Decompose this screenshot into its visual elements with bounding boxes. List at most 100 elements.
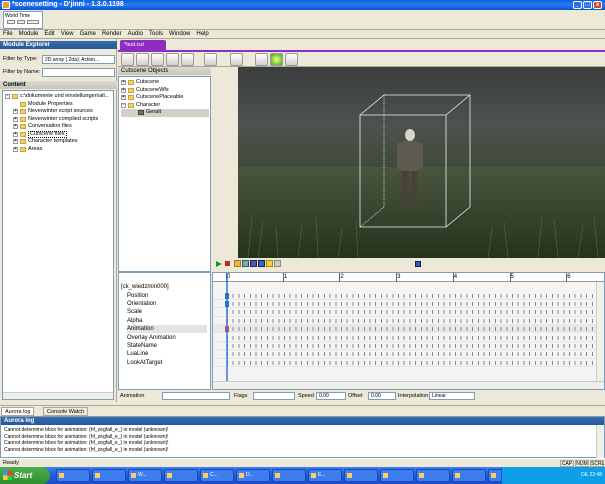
taskbar-task[interactable] <box>452 469 486 482</box>
collapse-icon[interactable]: - <box>5 94 10 99</box>
expand-icon[interactable]: + <box>13 146 18 152</box>
save-icon[interactable] <box>258 260 265 267</box>
taskbar-task[interactable] <box>380 469 414 482</box>
filter-type-select[interactable]: 2D array (.2da); Action... <box>42 55 115 64</box>
cutscene-objects-tree[interactable]: + Cutscene + CutsceneWfx + CutscenePlaceable -… <box>118 76 211 272</box>
taskbar-task[interactable]: D... <box>236 469 270 482</box>
time-cursor[interactable] <box>226 273 228 389</box>
world-time-set-icon[interactable] <box>27 20 39 24</box>
animation-select[interactable] <box>162 392 230 400</box>
play-icon[interactable] <box>216 261 222 267</box>
track-label[interactable]: Overlay Animation <box>127 334 207 342</box>
timeline-ruler[interactable]: 0123456 <box>213 273 604 282</box>
cutscene-object-item[interactable]: + CutsceneWfx <box>121 87 209 95</box>
track-label[interactable]: LuaLine <box>127 350 207 358</box>
menu-tools[interactable]: Tools <box>146 30 166 39</box>
content-tree[interactable]: - c:\dokumente und einstellungen\all... Mo… <box>2 90 114 400</box>
expand-icon[interactable]: + <box>13 139 18 144</box>
track-label[interactable]: LookAtTarget <box>127 359 207 367</box>
expand-icon[interactable]: + <box>121 80 126 85</box>
track-label[interactable]: Alpha <box>127 317 207 325</box>
cutscene-object-item[interactable]: Geralt <box>121 109 209 117</box>
menu-module[interactable]: Module <box>16 30 42 39</box>
expand-icon[interactable]: + <box>13 116 18 122</box>
record-icon[interactable] <box>242 260 249 267</box>
menu-render[interactable]: Render <box>99 30 125 39</box>
taskbar-task[interactable] <box>164 469 198 482</box>
tab-aurora-log[interactable]: Aurora log <box>1 407 35 416</box>
cutscene-object-item[interactable]: + CutscenePlaceable <box>121 94 209 102</box>
vertical-scrollbar[interactable] <box>596 282 604 382</box>
taskbar-task[interactable] <box>92 469 126 482</box>
track-row[interactable] <box>213 359 604 368</box>
start-button[interactable]: Start <box>0 467 50 484</box>
light-icon[interactable] <box>270 53 283 66</box>
menu-view[interactable]: View <box>58 30 77 39</box>
collapse-icon[interactable]: - <box>121 102 126 108</box>
taskbar-task[interactable] <box>56 469 90 482</box>
key-icon[interactable] <box>250 260 257 267</box>
tree-item[interactable]: + Areas <box>5 146 113 154</box>
menu-window[interactable]: Window <box>166 30 193 39</box>
tree-item[interactable]: + Neverwinter compiled scripts <box>5 116 113 124</box>
expand-icon[interactable]: + <box>13 109 18 114</box>
menu-audio[interactable]: Audio <box>125 30 146 39</box>
menu-game[interactable]: Game <box>77 30 99 39</box>
character-icon[interactable] <box>230 53 243 66</box>
tree-item[interactable]: + Neverwinter script sources <box>5 108 113 116</box>
camera-view-icon[interactable] <box>415 261 421 267</box>
horizontal-scrollbar[interactable] <box>3 392 113 399</box>
expand-icon[interactable]: + <box>121 95 126 100</box>
world-time-widget[interactable]: World Time <box>3 11 43 29</box>
world-time-slider-icon[interactable] <box>7 20 15 24</box>
menu-help[interactable]: Help <box>193 30 211 39</box>
track-row[interactable] <box>213 317 604 326</box>
track-label[interactable]: Position <box>127 292 207 300</box>
menu-edit[interactable]: Edit <box>41 30 57 39</box>
taskbar-task[interactable] <box>344 469 378 482</box>
expand-icon[interactable]: + <box>121 87 126 93</box>
stop-icon[interactable] <box>225 261 230 266</box>
timeline-grid[interactable]: 0123456 <box>212 272 605 390</box>
track-row[interactable] <box>213 350 604 359</box>
maximize-button[interactable]: □ <box>583 1 592 9</box>
horizontal-scrollbar[interactable] <box>213 381 604 389</box>
flags-select[interactable] <box>253 392 295 400</box>
tree-item[interactable]: + Cutscene files <box>5 130 113 138</box>
speed-input[interactable]: 0.00 <box>316 392 346 400</box>
track-label[interactable]: Orientation <box>127 300 207 308</box>
open-icon[interactable] <box>234 260 241 267</box>
track-row[interactable] <box>213 308 604 317</box>
track-row[interactable] <box>213 300 604 309</box>
tab-console-watch[interactable]: Console Watch <box>43 407 89 416</box>
expand-icon[interactable]: + <box>13 131 18 137</box>
taskbar-task[interactable] <box>416 469 450 482</box>
cutscene-object-item[interactable]: + Cutscene <box>121 79 209 87</box>
folder-icon[interactable] <box>266 260 273 267</box>
tree-item[interactable]: + Conversation files <box>5 123 113 131</box>
timeline-root[interactable]: [ck_wiedzmin000] <box>121 283 169 291</box>
vertical-scrollbar[interactable] <box>596 425 604 458</box>
interpolation-select[interactable]: Linear <box>429 392 475 400</box>
film-camera-icon[interactable] <box>255 53 268 66</box>
track-label[interactable]: Animation <box>127 325 207 334</box>
3d-viewport[interactable] <box>238 67 605 258</box>
tree-item[interactable]: - c:\dokumente und einstellungen\all... <box>5 93 113 101</box>
tree-item[interactable]: Module Properties <box>5 101 113 109</box>
expand-icon[interactable]: + <box>13 124 18 129</box>
menu-file[interactable]: File <box>0 30 16 39</box>
taskbar-task[interactable]: E... <box>308 469 342 482</box>
taskbar-task[interactable]: W... <box>128 469 162 482</box>
minimize-button[interactable]: _ <box>573 1 582 9</box>
track-row[interactable] <box>213 292 604 300</box>
close-button[interactable]: x <box>593 1 602 9</box>
loop-icon[interactable] <box>274 260 281 267</box>
track-row[interactable] <box>213 334 604 342</box>
track-row[interactable] <box>213 342 604 351</box>
track-label[interactable]: Scale <box>127 308 207 316</box>
track-label[interactable]: StateName <box>127 342 207 350</box>
track-row[interactable] <box>213 325 604 334</box>
sound-icon[interactable] <box>285 53 298 66</box>
tree-item[interactable]: + Character templates <box>5 138 113 146</box>
taskbar-task[interactable]: C... <box>200 469 234 482</box>
